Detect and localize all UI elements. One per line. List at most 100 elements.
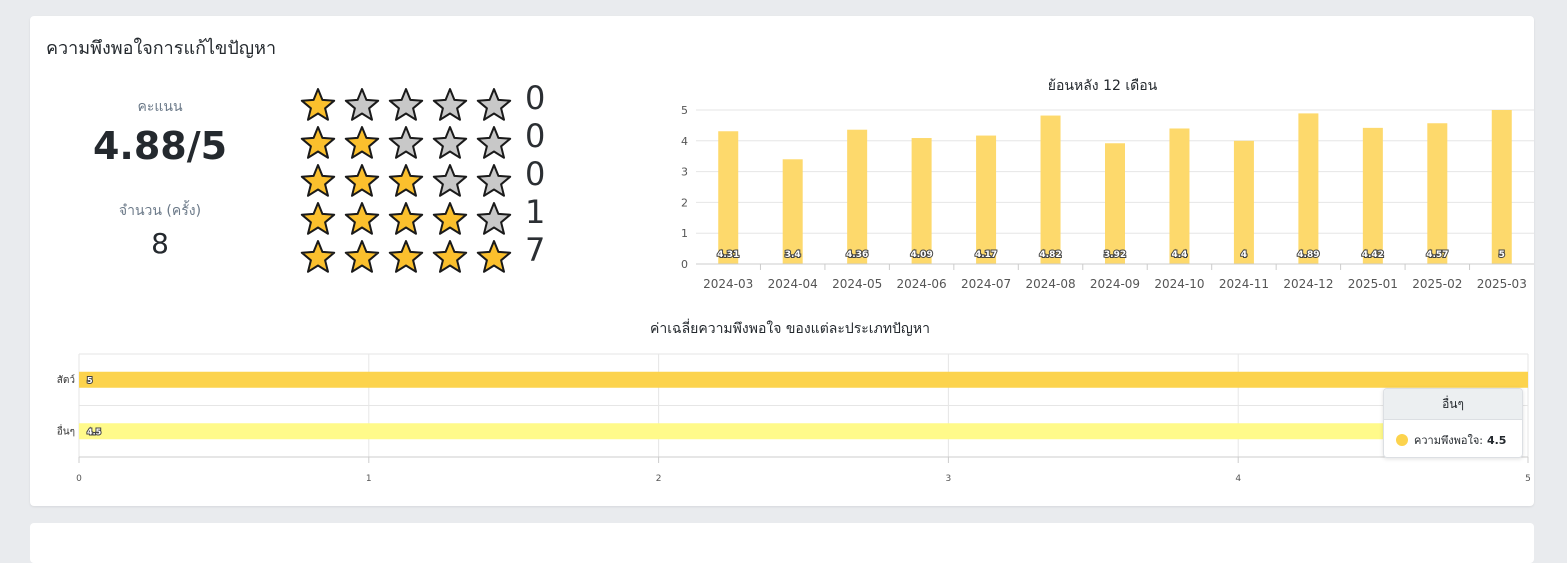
star-filled-icon [344, 202, 380, 235]
y-tick-label: 0 [681, 258, 688, 271]
star-filled-icon [300, 126, 336, 159]
y-category-label: สัตว์ [57, 374, 75, 386]
star-filled-icon [432, 240, 468, 273]
count-value: 8 [151, 227, 169, 260]
satisfaction-card: ความพึงพอใจการแก้ไขปัญหา คะแนน 4.88/5 จำ… [30, 16, 1534, 506]
bar-2025-02[interactable] [1427, 123, 1448, 264]
bar-2024-07[interactable] [976, 135, 997, 264]
next-card [30, 523, 1534, 563]
star-empty-icon [432, 88, 468, 121]
x-tick-label: 5 [1525, 474, 1531, 484]
tooltip-body: ความพึงพอใจ: 4.5 [1396, 431, 1506, 449]
x-tick-label: 3 [946, 474, 952, 484]
y-tick-label: 1 [681, 227, 688, 240]
x-tick-label: 2024-08 [1025, 277, 1075, 291]
tooltip-title: อื่นๆ [1384, 389, 1522, 420]
bar-data-label: 4.57 [1426, 250, 1448, 260]
bar-2024-03[interactable] [718, 131, 739, 264]
bar-data-label: 4.42 [1362, 250, 1384, 260]
bar-data-label: 4.09 [911, 250, 933, 260]
star-empty-icon [432, 164, 468, 197]
rating-count: 0 [525, 155, 546, 193]
star-empty-icon [476, 202, 512, 235]
y-tick-label: 4 [681, 135, 688, 148]
rating-count: 7 [525, 231, 546, 269]
x-tick-label: 2024-04 [768, 277, 818, 291]
star-filled-icon [300, 202, 336, 235]
bar-data-label: 4.31 [717, 250, 739, 260]
star-empty-icon [388, 88, 424, 121]
star-filled-icon [344, 240, 380, 273]
rating-count: 0 [525, 79, 546, 117]
star-filled-icon [344, 126, 380, 159]
rating-count: 0 [525, 117, 546, 155]
bar-category[interactable] [79, 423, 1384, 440]
star-empty-icon [476, 164, 512, 197]
tooltip-color-dot [1396, 434, 1408, 446]
bar-data-label: 4.5 [87, 427, 102, 436]
bar-2024-10[interactable] [1169, 128, 1190, 264]
x-tick-label: 2 [656, 474, 662, 484]
x-tick-label: 4 [1235, 474, 1241, 484]
x-tick-label: 2024-10 [1154, 277, 1204, 291]
bar-data-label: 5 [1499, 250, 1505, 260]
x-tick-label: 2024-11 [1219, 277, 1269, 291]
bar-2024-09[interactable] [1105, 143, 1125, 264]
x-tick-label: 2025-01 [1348, 277, 1398, 291]
x-tick-label: 2024-07 [961, 277, 1011, 291]
bar-data-label: 4.36 [846, 250, 868, 260]
star-filled-icon [300, 88, 336, 121]
y-tick-label: 5 [681, 104, 688, 117]
x-tick-label: 2024-05 [832, 277, 882, 291]
y-category-label: อื่นๆ [57, 423, 75, 437]
x-tick-label: 2025-02 [1412, 277, 1462, 291]
bar-2024-12[interactable] [1298, 113, 1319, 264]
x-tick-label: 2024-06 [897, 277, 947, 291]
star-filled-icon [388, 240, 424, 273]
tooltip-label: ความพึงพอใจ: [1414, 434, 1483, 447]
star-filled-icon [388, 164, 424, 197]
bar-2025-01[interactable] [1362, 127, 1383, 264]
tooltip-value: 4.5 [1486, 434, 1507, 447]
rating-count: 1 [525, 193, 546, 231]
bar-2024-11[interactable] [1233, 140, 1254, 264]
bar-data-label: 3.4 [785, 250, 801, 260]
category-bar-chart: 0 1 2 3 4 5 สัตว์ 5 อื่นๆ 4.5 [57, 353, 1531, 484]
bar-data-label: 4.17 [975, 250, 997, 260]
bar-2024-04[interactable] [782, 159, 803, 264]
bar-data-label: 4.4 [1171, 250, 1187, 260]
star-filled-icon [300, 240, 336, 273]
x-tick-label: 1 [366, 474, 372, 484]
bar-2024-05[interactable] [847, 129, 868, 264]
bar-2024-06[interactable] [911, 138, 932, 264]
star-filled-icon [476, 240, 512, 273]
bar-2025-03[interactable] [1491, 110, 1512, 264]
y-tick-label: 2 [681, 196, 688, 209]
bar-2024-08[interactable] [1040, 115, 1061, 264]
x-tick-label: 2025-03 [1477, 277, 1527, 291]
monthly-chart-title: ย้อนหลัง 12 เดือน [1047, 78, 1158, 94]
bar-data-label: 3.92 [1104, 250, 1126, 260]
category-chart-title: ค่าเฉลี่ยความพึงพอใจ ของแต่ละประเภทปัญหา [650, 321, 930, 337]
x-tick-label: 2024-12 [1283, 277, 1333, 291]
star-empty-icon [476, 88, 512, 121]
monthly-bar-chart: 0 1 2 3 4 5 4.31 2024-03 3.4 2024-04 4.36 2024-05 4.… [681, 104, 1534, 291]
star-filled-icon [432, 202, 468, 235]
bar-data-label: 4.89 [1297, 250, 1319, 260]
star-empty-icon [344, 88, 380, 121]
star-filled-icon [344, 164, 380, 197]
x-tick-label: 0 [76, 474, 82, 484]
chart-tooltip: อื่นๆ ความพึงพอใจ: 4.5 [1383, 388, 1523, 458]
star-filled-icon [388, 202, 424, 235]
bar-category[interactable] [79, 371, 1528, 388]
score-label: คะแนน [137, 99, 183, 115]
bar-data-label: 4.82 [1039, 250, 1061, 260]
star-filled-icon [300, 164, 336, 197]
bar-data-label: 5 [87, 376, 93, 385]
y-tick-label: 3 [681, 166, 688, 179]
x-tick-label: 2024-03 [703, 277, 753, 291]
star-empty-icon [388, 126, 424, 159]
card-title: ความพึงพอใจการแก้ไขปัญหา [46, 38, 277, 59]
x-tick-label: 2024-09 [1090, 277, 1140, 291]
star-empty-icon [432, 126, 468, 159]
